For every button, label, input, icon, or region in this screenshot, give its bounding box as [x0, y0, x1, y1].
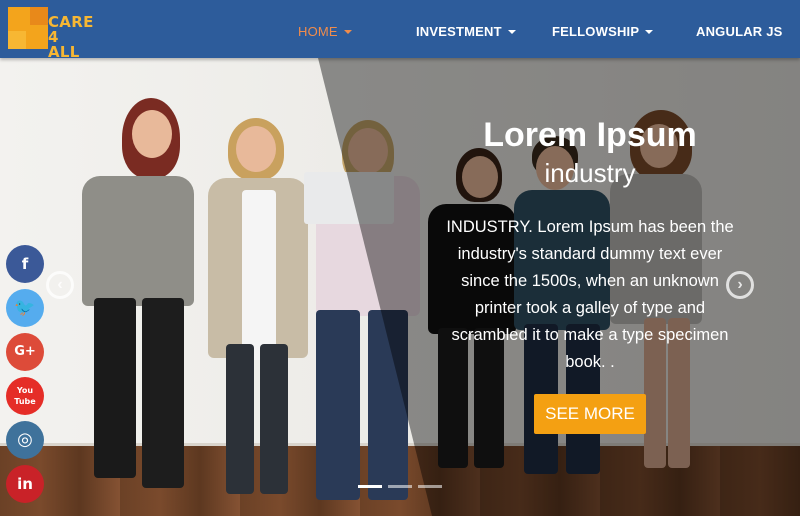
nav-home[interactable]: HOME — [298, 24, 352, 39]
carousel-next-icon[interactable]: › — [726, 271, 754, 299]
nav-home-label: HOME — [298, 24, 338, 39]
nav-investment-label: INVESTMENT — [416, 24, 502, 39]
caret-down-icon — [645, 29, 654, 34]
carousel-indicator[interactable] — [358, 485, 382, 488]
youtube-icon[interactable]: You Tube — [6, 377, 44, 415]
navbar: CARE 4 ALL HOME INVESTMENT FELLOWSHIP AN… — [0, 0, 800, 60]
facebook-icon[interactable]: f — [6, 245, 44, 283]
carousel-indicator[interactable] — [418, 485, 442, 488]
slide-subtitle: industry — [544, 158, 636, 188]
instagram-icon[interactable]: ◎ — [6, 421, 44, 459]
linkedin-icon[interactable]: in — [6, 465, 44, 503]
brand-name: CARE 4 ALL — [48, 13, 94, 61]
nav-investment[interactable]: INVESTMENT — [416, 24, 516, 39]
google-plus-icon[interactable]: G+ — [6, 333, 44, 371]
carousel-prev-icon[interactable]: ‹ — [46, 271, 74, 299]
see-more-button[interactable]: SEE MORE — [534, 394, 646, 434]
person-2 — [208, 118, 308, 508]
nav-angular-js[interactable]: ANGULAR JS — [696, 24, 783, 39]
caret-down-icon — [507, 29, 516, 34]
carousel-caption: Lorem Ipsum industry INDUSTRY. Lorem Ips… — [430, 114, 750, 434]
caret-down-icon — [343, 29, 352, 34]
twitter-icon[interactable]: 🐦 — [6, 289, 44, 327]
nav-fellowship-label: FELLOWSHIP — [552, 24, 640, 39]
care4all-logo[interactable]: CARE 4 ALL — [8, 7, 94, 60]
slide-description: INDUSTRY. Lorem Ipsum has been the indus… — [446, 218, 734, 371]
nav-fellowship[interactable]: FELLOWSHIP — [552, 24, 654, 39]
hero-carousel: Lorem Ipsum industry INDUSTRY. Lorem Ips… — [0, 58, 800, 516]
person-1 — [80, 98, 200, 498]
slide-title: Lorem Ipsum — [483, 116, 697, 154]
puzzle-logo-piece — [8, 31, 26, 49]
carousel-indicator[interactable] — [388, 485, 412, 488]
nav-angular-js-label: ANGULAR JS — [696, 24, 783, 39]
puzzle-logo-piece — [30, 7, 48, 25]
